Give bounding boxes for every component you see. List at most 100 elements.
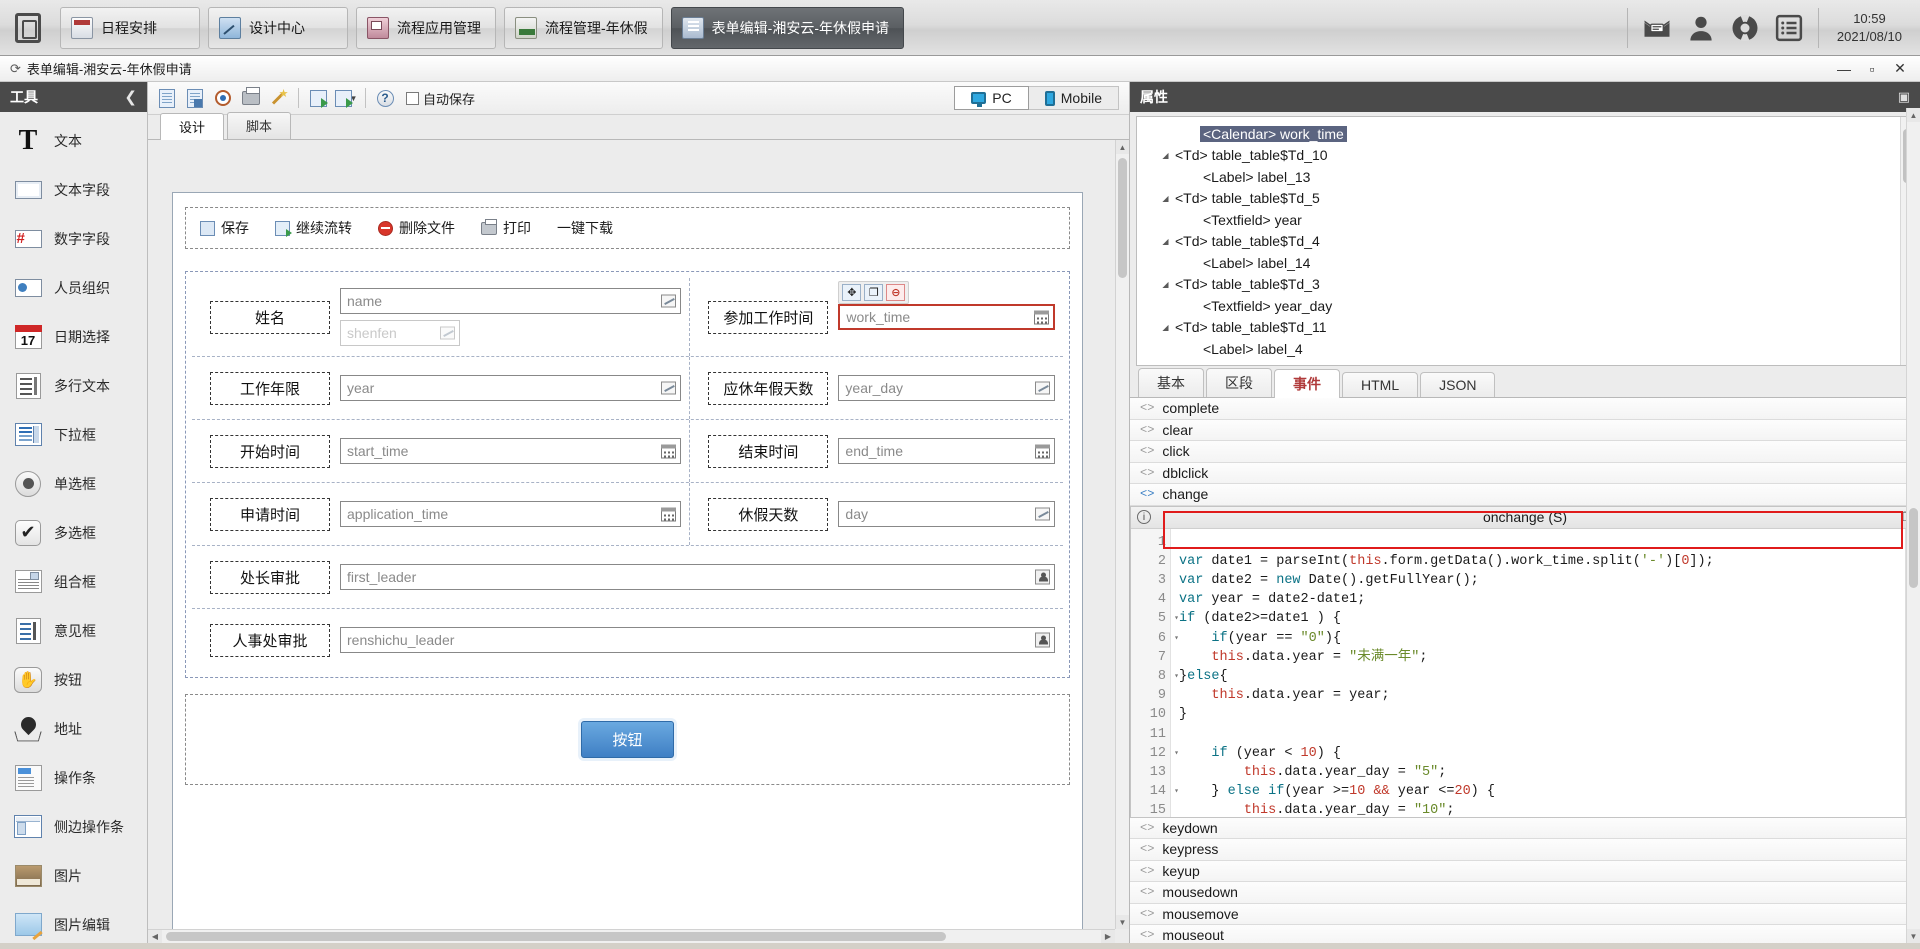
event-row-keypress[interactable]: <> keypress [1130,839,1920,861]
user-icon[interactable] [1686,13,1716,43]
taskbar-button-2[interactable]: 设计中心 [208,6,348,49]
pencil-icon[interactable] [660,380,677,397]
scroll-thumb-horizontal[interactable] [166,932,946,941]
toolbox-item-checkbox[interactable]: ✔ 多选框 [0,508,147,557]
pencil-icon[interactable] [1034,380,1051,397]
collapse-icon[interactable]: ❮ [124,88,137,106]
calendar-icon[interactable] [660,506,677,523]
property-tab-JSON[interactable]: JSON [1420,372,1496,398]
scroll-thumb-vertical[interactable] [1118,158,1127,278]
event-row-clear[interactable]: <> clear [1130,419,1920,442]
code-content[interactable]: var date1 = parseInt(this.form.getData()… [1171,529,1919,817]
event-row-mouseout[interactable]: <> mouseout [1130,925,1920,943]
input-work_time[interactable]: work_time [838,304,1055,330]
pin-icon[interactable]: ▣ [1898,89,1910,105]
tree-node[interactable]: <Label> label_14 [1137,252,1913,274]
input-start_time[interactable]: start_time [340,438,682,464]
import-button[interactable] [305,85,331,111]
props-scroll-thumb[interactable] [1909,508,1918,588]
user-picker-icon[interactable] [1034,569,1051,586]
form-field-label[interactable]: 应休年假天数 [708,371,829,405]
tree-node[interactable]: ◢ <Td> table_table$Td_3 [1137,273,1913,295]
input-name[interactable]: name [340,288,682,314]
tree-node[interactable]: ◢<Td> table_table$Td_8 [1137,359,1913,367]
input-end_time[interactable]: end_time [838,438,1055,464]
property-tab-基本[interactable]: 基本 [1138,368,1204,398]
taskbar-button-3[interactable]: 流程应用管理 [356,6,496,49]
event-row-keyup[interactable]: <> keyup [1130,860,1920,883]
export-button[interactable]: ▼ [333,85,359,111]
autosave-toggle[interactable]: 自动保存 [406,89,475,108]
property-tab-HTML[interactable]: HTML [1342,372,1419,398]
canvas-vertical-scrollbar[interactable]: ▲ ▼ [1115,140,1129,929]
event-row-mousedown[interactable]: <> mousedown [1130,882,1920,904]
tree-node[interactable]: <Label> label_13 [1137,166,1913,188]
canvas-horizontal-scrollbar[interactable]: ◀ ▶ [148,929,1115,943]
new-doc-button[interactable] [154,85,180,111]
toolbox-item-image[interactable]: 图片 [0,851,147,900]
property-tab-区段[interactable]: 区段 [1206,368,1272,398]
scroll-down-arrow[interactable]: ▼ [1116,915,1129,929]
component-tree-panel[interactable]: <Calendar> work_time ◢ <Td> table_table$Td… [1136,115,1914,367]
preview-button[interactable] [210,85,236,111]
list-icon[interactable] [1774,13,1804,43]
mail-icon[interactable] [1642,13,1672,43]
input-first_leader[interactable]: first_leader [340,564,1055,590]
form-toolbar-2[interactable]: 继续流转 [275,218,352,238]
toolbox-item-address-pin[interactable]: 地址 [0,704,147,753]
pencil-icon[interactable] [439,325,456,342]
input-year_day[interactable]: year_day [838,375,1055,401]
tree-node[interactable]: ◢ <Td> table_table$Td_10 [1137,144,1913,166]
delete-handle[interactable]: ⊖ [886,284,906,301]
tree-expand-icon[interactable]: ◢ [1159,194,1172,203]
user-picker-icon[interactable] [1034,632,1051,649]
taskbar-button-5[interactable]: 表单编辑-湘安云-年休假申请 [670,6,904,49]
tree-node[interactable]: <Textfield> year_day [1137,295,1913,317]
event-row-mousemove[interactable]: <> mousemove [1130,903,1920,926]
toolbox-item-radio[interactable]: 单选框 [0,459,147,508]
form-field-label[interactable]: 参加工作时间 [708,300,829,334]
toolbox-item-text[interactable]: T 文本 [0,116,147,165]
device-pc-button[interactable]: PC [954,86,1029,110]
design-tab-1[interactable]: 设计 [160,113,225,140]
calendar-icon[interactable] [1034,443,1051,460]
save-doc-button[interactable] [182,85,208,111]
form-field-label[interactable]: 处长审批 [210,560,330,594]
tree-node[interactable]: ◢ <Td> table_table$Td_11 [1137,316,1913,338]
toolbox-item-org-person[interactable]: 人员组织 [0,263,147,312]
scroll-right-arrow[interactable]: ▶ [1101,930,1115,943]
autosave-checkbox[interactable] [406,91,419,105]
input-shenfen[interactable]: shenfen [340,320,460,346]
tree-node[interactable]: <Textfield> year [1137,209,1913,231]
code-editor-panel[interactable]: i onchange (S) ❐ 1 2 3 45▾6▾7 8▾ 9 10 11 12▾13 14… [1130,505,1920,818]
help-button[interactable]: ? [372,85,398,111]
scroll-up-arrow[interactable]: ▲ [1116,140,1129,154]
tree-expand-icon[interactable]: ◢ [1159,366,1172,367]
tree-node[interactable]: ◢ <Td> table_table$Td_4 [1137,230,1913,252]
event-row-click[interactable]: <> click [1130,441,1920,463]
form-field-label[interactable]: 申请时间 [210,497,330,531]
form-toolbar-3[interactable]: 删除文件 [378,218,455,238]
event-row-keydown[interactable]: <> keydown [1130,817,1920,840]
clock[interactable]: 10:59 2021/08/10 [1817,7,1920,48]
form-field-label[interactable]: 结束时间 [708,434,829,468]
toolbox-item-image-edit[interactable]: 图片编辑 [0,900,147,949]
tree-expand-icon[interactable]: ◢ [1159,151,1172,160]
code-editor-body[interactable]: 12345▾6▾78▾9101112▾1314▾1516▾171819▾20 v… [1131,528,1919,817]
tree-expand-icon[interactable]: ◢ [1159,237,1172,246]
form-submit-button[interactable]: 按钮 [581,721,674,758]
print-button[interactable] [238,85,264,111]
tree-expand-icon[interactable]: ◢ [1159,280,1172,289]
form-toolbar-1[interactable]: 保存 [200,218,249,238]
form-field-label[interactable]: 工作年限 [210,371,330,405]
calendar-icon[interactable] [660,443,677,460]
props-scroll-up[interactable]: ▲ [1907,108,1920,122]
maximize-button[interactable]: ▫ [1858,58,1886,80]
property-tab-事件[interactable]: 事件 [1274,369,1340,399]
toolbox-item-textarea[interactable]: 多行文本 [0,361,147,410]
scroll-left-arrow[interactable]: ◀ [148,930,162,943]
taskbar-button-4[interactable]: 流程管理-年休假 [504,6,663,49]
toolbox-item-side-toolbar[interactable]: 侧边操作条 [0,802,147,851]
toolbox-item-button[interactable]: ✋ 按钮 [0,655,147,704]
design-tab-2[interactable]: 脚本 [227,112,292,139]
